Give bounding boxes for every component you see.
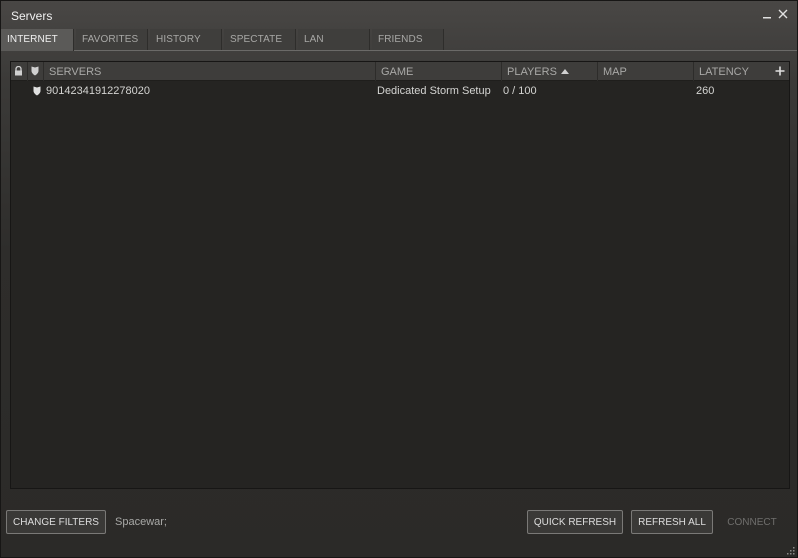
column-servers[interactable]: SERVERS (43, 62, 375, 81)
list-header: SERVERS GAME PLAYERS MAP LATENCY (11, 62, 789, 81)
servers-window: Servers INTERNET FAVORITES HISTORY SPECT… (0, 0, 798, 558)
lock-icon (15, 65, 22, 76)
server-latency: 260 (696, 85, 715, 97)
quick-refresh-button[interactable]: QUICK REFRESH (527, 510, 623, 534)
secure-shield-icon (33, 86, 41, 99)
tab-spectate[interactable]: SPECTATE (224, 29, 296, 50)
column-map[interactable]: MAP (597, 62, 693, 81)
tab-bar: INTERNET FAVORITES HISTORY SPECTATE LAN … (1, 29, 797, 51)
window-title: Servers (11, 9, 53, 23)
add-column-button[interactable] (775, 63, 785, 80)
close-button[interactable] (776, 7, 790, 21)
close-icon (778, 9, 788, 19)
server-players: 0 / 100 (503, 85, 537, 97)
table-row[interactable]: 90142341912278020 Dedicated Storm Setup … (11, 82, 789, 99)
server-game: Dedicated Storm Setup (377, 85, 491, 97)
column-game[interactable]: GAME (375, 62, 501, 81)
tab-lan[interactable]: LAN (298, 29, 370, 50)
tab-history[interactable]: HISTORY (150, 29, 222, 50)
refresh-all-button[interactable]: REFRESH ALL (631, 510, 713, 534)
tab-friends[interactable]: FRIENDS (372, 29, 444, 50)
minimize-button[interactable] (760, 7, 774, 21)
change-filters-button[interactable]: CHANGE FILTERS (6, 510, 106, 534)
server-name: 90142341912278020 (46, 85, 151, 97)
sort-ascending-icon (560, 69, 569, 74)
server-list[interactable]: SERVERS GAME PLAYERS MAP LATENCY 9014234… (10, 61, 790, 489)
resize-grip-icon[interactable] (785, 545, 795, 555)
column-secure[interactable] (27, 62, 43, 81)
tab-favorites[interactable]: FAVORITES (76, 29, 148, 50)
column-password[interactable] (11, 62, 27, 81)
shield-icon (31, 66, 39, 76)
tab-internet[interactable]: INTERNET (1, 29, 74, 51)
column-players-label: PLAYERS (507, 66, 557, 78)
column-players[interactable]: PLAYERS (501, 62, 597, 81)
minimize-icon (763, 17, 771, 19)
connect-button[interactable]: CONNECT (721, 510, 783, 534)
title-bar[interactable]: Servers (1, 1, 797, 29)
plus-icon (775, 66, 785, 76)
filter-summary: Spacewar; (115, 516, 167, 528)
